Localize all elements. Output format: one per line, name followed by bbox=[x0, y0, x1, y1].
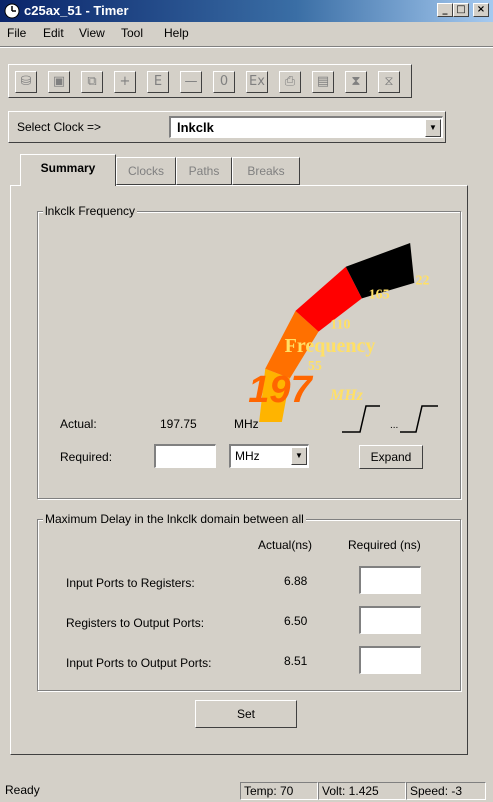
clock-select-value: lnkclk bbox=[177, 120, 214, 135]
required-unit-select[interactable]: MHz ▼ bbox=[229, 444, 309, 468]
required-frequency-label: Required: bbox=[60, 450, 113, 464]
delay-required-input[interactable] bbox=[359, 646, 421, 674]
minus-button[interactable]: — bbox=[180, 71, 202, 93]
database-button[interactable]: ⛁ bbox=[15, 71, 37, 93]
hourglass-grid-button[interactable]: ⧖ bbox=[378, 71, 400, 93]
menu-help[interactable]: Help bbox=[164, 26, 189, 40]
maximize-button[interactable]: □ bbox=[453, 3, 469, 17]
close-button[interactable]: × bbox=[473, 3, 489, 17]
clock-icon bbox=[4, 3, 20, 19]
clock-select-row: Select Clock => lnkclk ▼ bbox=[8, 111, 446, 143]
delay-group-title: Maximum Delay in the lnkclk domain betwe… bbox=[43, 512, 306, 526]
summary-panel: lnkclk Frequency 055110165220Frequency19… bbox=[10, 185, 468, 755]
frequency-group: lnkclk Frequency 055110165220Frequency19… bbox=[37, 204, 461, 499]
ex-icon: Ex bbox=[249, 74, 265, 89]
tab-paths[interactable]: Paths bbox=[176, 157, 232, 185]
delay-row-actual: 8.51 bbox=[284, 654, 308, 668]
expand-button[interactable]: Expand bbox=[359, 445, 423, 469]
status-bar: Ready Temp: 70 Volt: 1.425 Speed: -3 bbox=[0, 780, 493, 802]
menu-edit[interactable]: Edit bbox=[43, 26, 64, 40]
frequency-group-title: lnkclk Frequency bbox=[43, 204, 138, 218]
actual-frequency-label: Actual: bbox=[60, 417, 97, 431]
print-button[interactable]: ⎙ bbox=[279, 71, 301, 93]
actual-frequency-unit: MHz bbox=[234, 417, 259, 431]
gauge-label: Frequency bbox=[285, 335, 376, 357]
gauge-tick-label: 165 bbox=[369, 288, 390, 303]
status-temp: Temp: 70 bbox=[240, 782, 318, 800]
report-icon: ▤ bbox=[316, 74, 330, 89]
menu-tool[interactable]: Tool bbox=[121, 26, 143, 40]
gauge-tick-label: 110 bbox=[330, 317, 350, 332]
status-text: Ready bbox=[5, 783, 40, 797]
clock-edges-icon: ... bbox=[342, 405, 438, 433]
tab-breaks[interactable]: Breaks bbox=[232, 157, 300, 185]
zero-icon: 0 bbox=[219, 74, 229, 89]
copy-icon: ⧉ bbox=[87, 74, 97, 89]
delay-required-input[interactable] bbox=[359, 606, 421, 634]
minimize-icon: _ bbox=[442, 4, 448, 15]
status-volt: Volt: 1.425 bbox=[318, 782, 406, 800]
print-icon: ⎙ bbox=[284, 74, 296, 89]
chevron-down-icon[interactable]: ▼ bbox=[291, 447, 307, 465]
copy-button[interactable]: ⧉ bbox=[81, 71, 103, 93]
close-icon: × bbox=[476, 4, 486, 15]
menu-bar: File Edit View Tool Help bbox=[0, 22, 493, 44]
minimize-button[interactable]: _ bbox=[437, 3, 453, 17]
e-icon: E bbox=[153, 74, 163, 89]
menu-file[interactable]: File bbox=[7, 26, 26, 40]
window-title: c25ax_51 - Timer bbox=[24, 3, 129, 18]
delay-required-input[interactable] bbox=[359, 566, 421, 594]
actual-ns-header: Actual(ns) bbox=[258, 538, 313, 552]
gauge-tick-label: 0 bbox=[297, 421, 304, 422]
minus-icon: — bbox=[184, 74, 198, 89]
title-bar[interactable]: c25ax_51 - Timer _ □ × bbox=[0, 0, 493, 22]
delay-group: Maximum Delay in the lnkclk domain betwe… bbox=[37, 512, 461, 691]
plus-button[interactable]: + bbox=[114, 71, 136, 93]
save-button[interactable]: ▣ bbox=[48, 71, 70, 93]
report-button[interactable]: ▤ bbox=[312, 71, 334, 93]
zero-button[interactable]: 0 bbox=[213, 71, 235, 93]
gauge-value: 197 bbox=[248, 369, 313, 411]
delay-row-actual: 6.88 bbox=[284, 574, 308, 588]
save-icon: ▣ bbox=[52, 74, 66, 89]
maximize-icon: □ bbox=[456, 4, 466, 15]
status-speed: Speed: -3 bbox=[406, 782, 486, 800]
e-button[interactable]: E bbox=[147, 71, 169, 93]
plus-icon: + bbox=[119, 74, 131, 89]
menu-divider bbox=[0, 46, 493, 48]
actual-frequency-value: 197.75 bbox=[160, 417, 197, 431]
hourglass-button[interactable]: ⧗ bbox=[345, 71, 367, 93]
clock-select[interactable]: lnkclk ▼ bbox=[169, 116, 443, 138]
chevron-down-icon[interactable]: ▼ bbox=[425, 119, 441, 137]
required-ns-header: Required (ns) bbox=[348, 538, 421, 552]
database-icon: ⛁ bbox=[20, 74, 32, 89]
delay-row-actual: 6.50 bbox=[284, 614, 308, 628]
hourglass-icon: ⧗ bbox=[351, 74, 361, 89]
required-unit-value: MHz bbox=[235, 449, 260, 463]
delay-row-label: Registers to Output Ports: bbox=[66, 616, 205, 630]
delay-row-label: Input Ports to Output Ports: bbox=[66, 656, 212, 670]
tab-summary[interactable]: Summary bbox=[20, 154, 116, 186]
svg-text:...: ... bbox=[390, 420, 398, 431]
select-clock-label: Select Clock => bbox=[17, 120, 102, 134]
required-frequency-input[interactable] bbox=[154, 444, 216, 468]
ex-button[interactable]: Ex bbox=[246, 71, 268, 93]
set-button[interactable]: Set bbox=[195, 700, 297, 728]
toolbar: ⛁ ▣ ⧉ + E — 0 Ex ⎙ ▤ ⧗ ⧖ bbox=[8, 64, 412, 98]
hourglass-grid-icon: ⧖ bbox=[384, 74, 394, 89]
delay-row-label: Input Ports to Registers: bbox=[66, 576, 195, 590]
gauge-tick-label: 220 bbox=[415, 274, 430, 289]
menu-view[interactable]: View bbox=[79, 26, 105, 40]
frequency-gauge: 055110165220Frequency197MHz bbox=[248, 243, 430, 422]
tab-clocks[interactable]: Clocks bbox=[116, 157, 176, 185]
